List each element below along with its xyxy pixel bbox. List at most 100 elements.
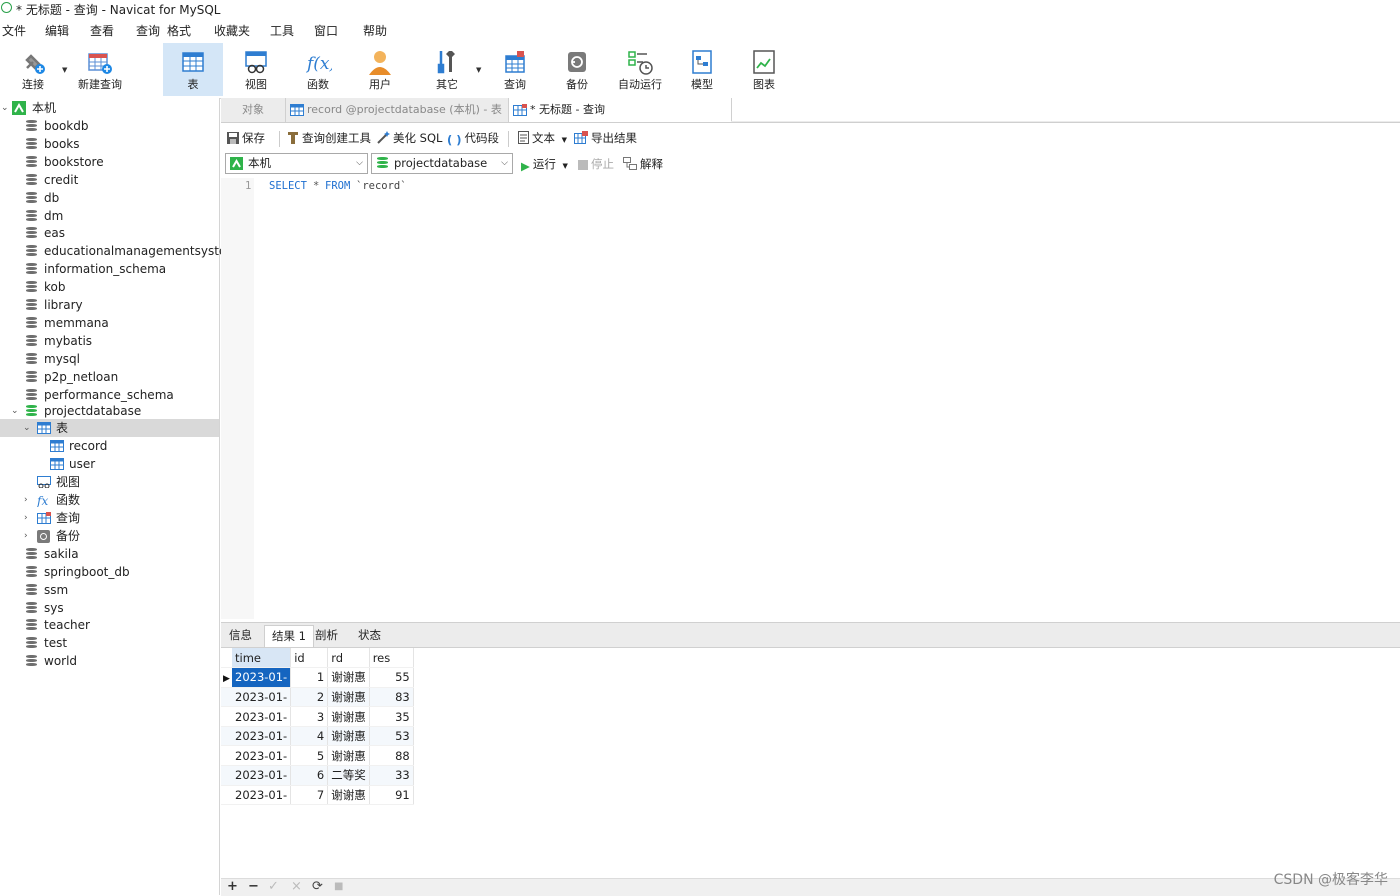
cell-rd[interactable]: 谢谢惠 <box>327 745 370 767</box>
query-builder-button[interactable]: 查询创建工具 <box>287 130 371 146</box>
cell-res[interactable]: 91 <box>369 785 414 806</box>
column-header[interactable]: res <box>369 648 414 669</box>
cell-rd[interactable]: 谢谢惠 <box>327 726 370 747</box>
tree-database[interactable]: teacher <box>0 616 219 634</box>
menu-view[interactable]: 查看 <box>90 22 114 39</box>
tree-database[interactable]: ssm <box>0 581 219 599</box>
text-button[interactable]: 文本 ▼ <box>518 130 567 146</box>
other-dropdown-icon[interactable]: ▼ <box>476 66 481 74</box>
tree-database[interactable]: memmana <box>0 314 219 332</box>
tab-untitled-query[interactable]: * 无标题 - 查询 <box>508 98 731 122</box>
collapse-icon[interactable]: ⌄ <box>1 99 9 117</box>
add-record-button[interactable]: + <box>227 879 238 894</box>
menu-query[interactable]: 查询 <box>136 22 160 39</box>
refresh-button[interactable]: ⟳ <box>312 879 323 894</box>
chevron-down-icon[interactable]: ▼ <box>563 162 568 170</box>
tab-profile[interactable]: 剖析 <box>308 625 345 646</box>
menu-format[interactable]: 格式 <box>167 22 191 39</box>
cell-id[interactable]: 3 <box>290 706 329 727</box>
tree-database[interactable]: sakila <box>0 545 219 563</box>
tree-backups-folder[interactable]: › 备份 <box>0 527 219 545</box>
cell-res[interactable]: 55 <box>369 667 414 688</box>
cell-rd[interactable]: 谢谢惠 <box>327 706 370 727</box>
menu-help[interactable]: 帮助 <box>363 22 387 39</box>
tree-queries-folder[interactable]: › 查询 <box>0 509 219 527</box>
cell-res[interactable]: 53 <box>369 726 414 747</box>
explain-button[interactable]: 解释 <box>623 156 663 172</box>
cell-res[interactable]: 83 <box>369 687 414 708</box>
collapse-icon[interactable]: ⌄ <box>23 419 31 437</box>
cell-id[interactable]: 2 <box>290 687 329 708</box>
table-row[interactable]: 2023-01- 4 谢谢惠 53 <box>221 726 414 747</box>
table-row[interactable]: 2023-01- 6 二等奖 33 <box>221 765 414 786</box>
tab-info[interactable]: 信息 <box>222 625 259 646</box>
table-row[interactable]: 2023-01- 7 谢谢惠 91 <box>221 785 414 806</box>
new-query-button[interactable]: 新建查询 <box>70 43 130 96</box>
table-row[interactable]: 2023-01- 3 谢谢惠 35 <box>221 706 414 727</box>
tree-views-folder[interactable]: 视图 <box>0 473 219 491</box>
tree-database[interactable]: performance_schema <box>0 386 219 404</box>
tree-tables-folder[interactable]: ⌄ 表 <box>0 419 219 437</box>
collapse-icon[interactable]: ⌄ <box>11 402 19 420</box>
expand-icon[interactable]: › <box>24 527 28 545</box>
tree-table-record[interactable]: record <box>0 437 219 455</box>
tab-result-1[interactable]: 结果 1 <box>264 625 314 647</box>
connect-button[interactable]: 连接 <box>3 43 63 96</box>
cell-id[interactable]: 6 <box>290 765 329 786</box>
code-snippet-button[interactable]: ( ) 代码段 <box>447 130 499 147</box>
apply-changes-button[interactable]: ✓ <box>268 879 279 894</box>
user-button[interactable]: 用户 <box>350 43 410 96</box>
stop-button[interactable]: ■ <box>334 881 343 892</box>
tab-record-table[interactable]: record @projectdatabase (本机) - 表 <box>285 98 508 122</box>
other-button[interactable]: 其它 <box>417 43 477 96</box>
tree-database[interactable]: information_schema <box>0 260 219 278</box>
tab-status[interactable]: 状态 <box>351 625 388 646</box>
backup-button[interactable]: 备份 <box>547 43 607 96</box>
tree-database[interactable]: world <box>0 652 219 670</box>
save-button[interactable]: 保存 <box>227 130 265 146</box>
tree-functions-folder[interactable]: › fx 函数 <box>0 491 219 509</box>
cell-rd[interactable]: 谢谢惠 <box>327 667 370 688</box>
tree-table-user[interactable]: user <box>0 455 219 473</box>
connect-dropdown-icon[interactable]: ▼ <box>62 66 67 74</box>
tree-database[interactable]: springboot_db <box>0 563 219 581</box>
cell-time[interactable]: 2023-01- <box>232 745 292 767</box>
run-button[interactable]: ▶ 运行 ▼ <box>521 156 568 173</box>
tree-connection-localhost[interactable]: ⌄ 本机 <box>0 99 219 117</box>
column-header[interactable]: id <box>290 648 329 669</box>
column-header[interactable]: rd <box>327 648 370 669</box>
menu-tools[interactable]: 工具 <box>270 22 294 39</box>
cell-time[interactable]: 2023-01- <box>232 765 292 786</box>
beautify-sql-button[interactable]: 美化 SQL <box>377 130 442 146</box>
cell-time[interactable]: 2023-01- <box>232 687 292 708</box>
table-row[interactable]: 2023-01- 5 谢谢惠 88 <box>221 745 414 767</box>
menu-file[interactable]: 文件 <box>2 22 26 39</box>
tree-database[interactable]: dm <box>0 207 219 225</box>
tree-database[interactable]: educationalmanagementsystem <box>0 242 238 260</box>
database-select[interactable]: projectdatabase ⌵ <box>371 153 513 174</box>
discard-changes-button[interactable]: × <box>291 879 302 894</box>
tree-database[interactable]: credit <box>0 171 219 189</box>
function-button[interactable]: f(x) 函数 <box>288 43 348 96</box>
tree-database[interactable]: mysql <box>0 350 219 368</box>
automation-button[interactable]: 自动运行 <box>610 43 670 96</box>
cell-res[interactable]: 88 <box>369 745 414 767</box>
export-results-button[interactable]: 导出结果 <box>574 130 637 146</box>
view-button[interactable]: 视图 <box>226 43 286 96</box>
expand-icon[interactable]: › <box>24 491 28 509</box>
tree-database[interactable]: kob <box>0 278 219 296</box>
cell-time[interactable]: 2023-01- <box>232 726 292 747</box>
tree-database[interactable]: mybatis <box>0 332 219 350</box>
expand-icon[interactable]: › <box>24 509 28 527</box>
tree-db-projectdatabase[interactable]: ⌄ projectdatabase <box>0 402 219 420</box>
menu-window[interactable]: 窗口 <box>314 22 338 39</box>
menu-edit[interactable]: 编辑 <box>45 22 69 39</box>
connection-select[interactable]: 本机 ⌵ <box>225 153 368 174</box>
tree-database[interactable]: eas <box>0 224 219 242</box>
tree-database[interactable]: test <box>0 634 219 652</box>
tree-database[interactable]: p2p_netloan <box>0 368 219 386</box>
chevron-down-icon[interactable]: ▼ <box>562 136 567 144</box>
cell-time[interactable]: 2023-01- <box>232 785 292 806</box>
delete-record-button[interactable]: − <box>248 879 259 894</box>
cell-res[interactable]: 35 <box>369 706 414 727</box>
